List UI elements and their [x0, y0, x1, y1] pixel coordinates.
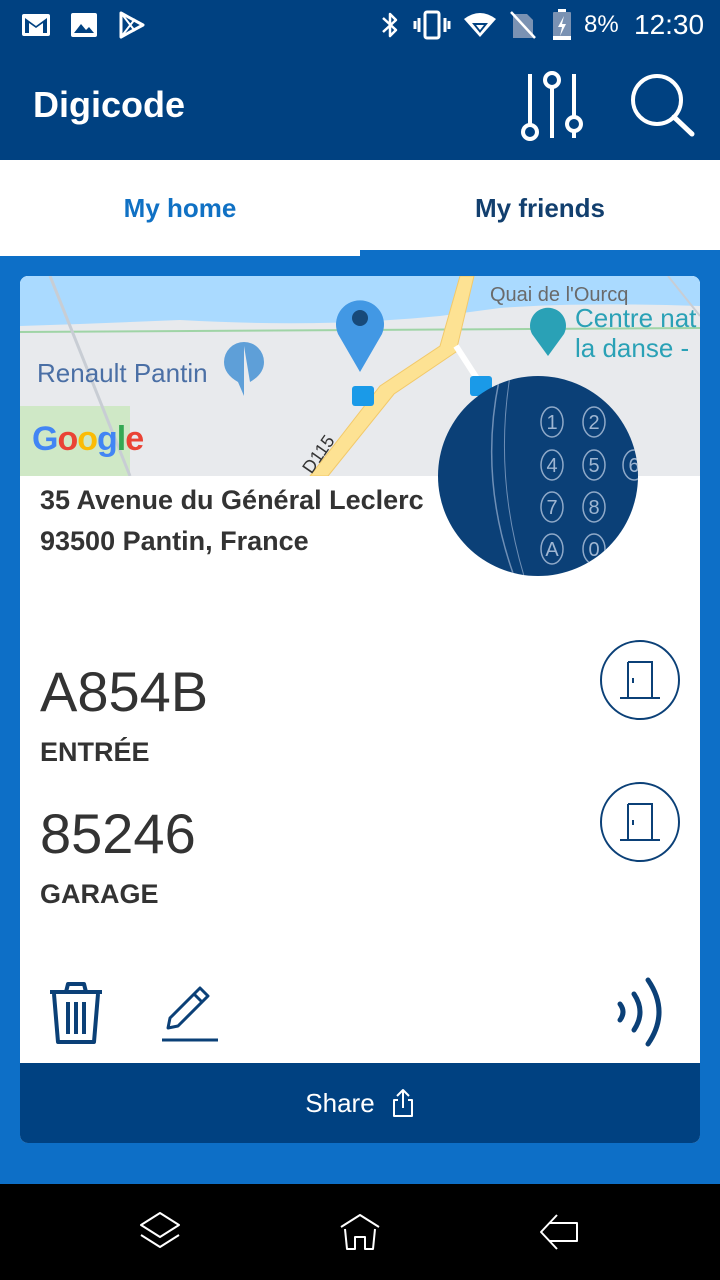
keypad-key: 2 — [588, 412, 599, 434]
search-icon — [631, 74, 695, 137]
google-letter: G — [32, 420, 58, 458]
keypad-key: 7 — [546, 497, 557, 519]
recent-apps-icon — [140, 1212, 180, 1248]
door-icon — [620, 803, 660, 841]
back-button[interactable] — [530, 1204, 590, 1260]
code-label-garage: GARAGE — [40, 879, 159, 909]
google-logo: Google — [32, 420, 144, 459]
gmail-icon — [20, 10, 52, 40]
keypad-key: 8 — [588, 497, 599, 519]
keypad-key: 6 — [628, 455, 638, 477]
tab-bar: My home My friends — [0, 160, 720, 256]
nfc-button[interactable] — [612, 974, 672, 1050]
google-letter: g — [97, 420, 118, 458]
clock: 12:30 — [634, 9, 705, 40]
address-line-2: 93500 Pantin, France — [40, 526, 309, 556]
share-label: Share — [305, 1087, 375, 1118]
home-button[interactable] — [330, 1204, 390, 1260]
tab-my-home[interactable]: My home — [0, 160, 360, 256]
search-button[interactable] — [624, 68, 704, 144]
pencil-icon — [162, 986, 218, 1042]
map-label-renault: Renault Pantin — [37, 358, 208, 388]
app-title: Digicode — [33, 84, 186, 125]
edit-button[interactable] — [160, 984, 222, 1044]
share-button[interactable]: Share — [20, 1063, 700, 1143]
home-card: Renault Pantin Quai de l'Ourcq Centre na… — [20, 276, 700, 1143]
map-label-centre-2: la danse - — [575, 333, 690, 363]
keypad-key: 5 — [588, 455, 599, 477]
google-letter: l — [116, 420, 127, 458]
filter-button[interactable] — [510, 68, 594, 144]
share-icon — [392, 1089, 413, 1117]
home-icon — [340, 1214, 380, 1250]
keypad-key: 4 — [546, 455, 557, 477]
bluetooth-icon — [376, 10, 404, 40]
tab-indicator — [360, 250, 720, 256]
code-value-entree: A854B — [40, 660, 209, 723]
keypad-icon: 1 2 4 5 6 7 8 A 0 — [490, 376, 638, 576]
system-nav-bar — [0, 1184, 720, 1280]
sliders-icon — [521, 71, 583, 141]
photo-icon — [68, 10, 100, 40]
google-letter: o — [77, 420, 98, 458]
battery-charging-icon — [550, 9, 574, 40]
map-label-centre-1: Centre nat — [575, 303, 697, 333]
google-letter: e — [125, 420, 144, 458]
tab-my-friends[interactable]: My friends — [360, 160, 720, 256]
no-sim-icon — [506, 10, 540, 40]
address: 35 Avenue du Général Leclerc 93500 Panti… — [40, 480, 424, 562]
code-value-garage: 85246 — [40, 802, 196, 865]
wifi-icon — [460, 10, 500, 40]
keypad-key: A — [545, 539, 559, 561]
vibrate-icon — [412, 10, 452, 40]
recent-apps-button[interactable] — [130, 1204, 190, 1260]
code-label-entree: ENTRÉE — [40, 737, 150, 767]
play-store-icon — [116, 10, 148, 40]
open-door-garage-button[interactable] — [600, 782, 680, 862]
app-bar: Digicode — [0, 50, 720, 160]
status-bar: 8% 12:30 — [0, 0, 720, 50]
trash-icon — [50, 982, 102, 1044]
delete-button[interactable] — [44, 980, 108, 1046]
keypad-key: 1 — [546, 412, 557, 434]
nfc-icon — [617, 977, 662, 1047]
back-icon — [540, 1214, 578, 1250]
address-line-1: 35 Avenue du Général Leclerc — [40, 485, 424, 515]
keypad-illustration: 1 2 4 5 6 7 8 A 0 — [438, 376, 638, 576]
door-icon — [620, 661, 660, 699]
keypad-key: 0 — [588, 539, 599, 561]
google-letter: o — [57, 420, 78, 458]
open-door-entree-button[interactable] — [600, 640, 680, 720]
battery-percentage: 8% — [584, 11, 619, 38]
